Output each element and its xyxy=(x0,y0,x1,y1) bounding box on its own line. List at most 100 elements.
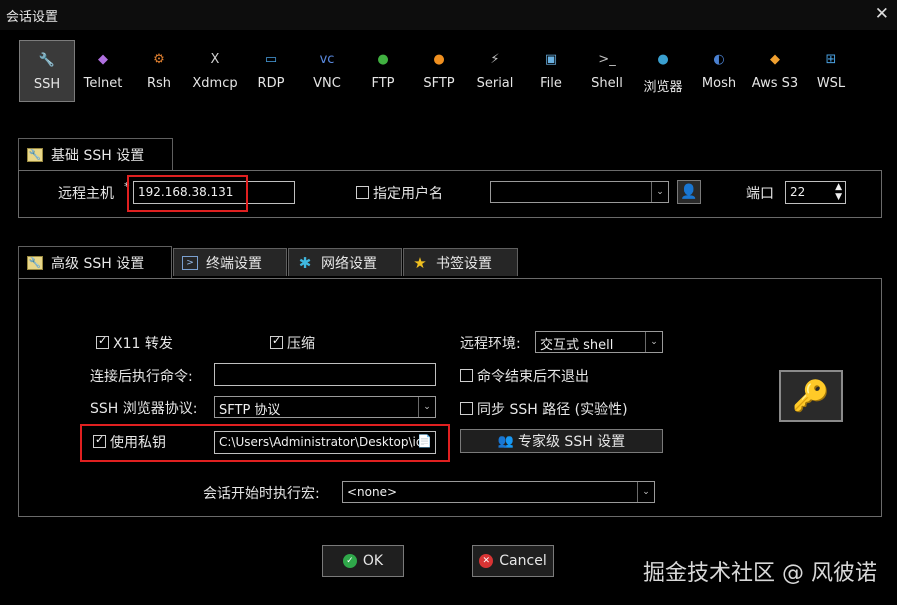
tab-bookmark-label: 书签设置 xyxy=(436,255,492,272)
remote-env-value: 交互式 shell xyxy=(540,338,614,353)
exec-cmd-input[interactable] xyxy=(214,363,436,386)
star-icon: ★ xyxy=(413,253,427,272)
tab-terminal[interactable]: > 终端设置 xyxy=(173,248,287,276)
wrench-icon: 🔧 xyxy=(27,256,43,270)
session-type-label: Serial xyxy=(476,76,514,91)
watermark: 掘金技术社区 @ 风彼诺 xyxy=(643,561,877,586)
chevron-down-icon[interactable]: ⌄ xyxy=(637,482,654,502)
no-exit-check-box[interactable] xyxy=(460,369,473,382)
cancel-label: Cancel xyxy=(499,553,547,569)
chevron-down-icon[interactable]: ⌄ xyxy=(645,332,662,352)
compress-checkbox[interactable]: 压缩 xyxy=(270,333,315,353)
no-exit-label: 命令结束后不退出 xyxy=(477,369,589,385)
session-type-label: Aws S3 xyxy=(751,76,799,91)
user-icon: 👤 xyxy=(680,184,698,200)
window-title: 会话设置 xyxy=(6,10,59,25)
aws-s3-icon: ◆ xyxy=(770,51,780,67)
browser-icon: ● xyxy=(657,51,669,67)
session-type-label: SSH xyxy=(33,77,61,92)
close-icon[interactable]: ✕ xyxy=(875,4,889,24)
username-dropdown[interactable]: ⌄ xyxy=(490,181,669,203)
specify-user-checkbox[interactable]: 指定用户名 xyxy=(356,183,443,203)
session-type-rsh[interactable]: ⚙ Rsh xyxy=(131,40,187,102)
tab-basic-ssh-label: 基础 SSH 设置 xyxy=(51,148,145,164)
ssh-key-icon: 🔧 xyxy=(38,52,56,68)
session-type-label: Shell xyxy=(591,76,623,91)
session-type-ftp[interactable]: ● FTP xyxy=(355,40,411,102)
sync-path-check-box[interactable] xyxy=(460,402,473,415)
session-type-telnet[interactable]: ◆ Telnet xyxy=(75,40,131,102)
cancel-circle-icon: ✕ xyxy=(479,554,494,568)
tab-advanced-ssh-label: 高级 SSH 设置 xyxy=(51,256,145,272)
session-type-mosh[interactable]: ◐ Mosh xyxy=(691,40,747,102)
session-type-wsl[interactable]: ⊞ WSL xyxy=(803,40,859,102)
tab-bookmark[interactable]: ★ 书签设置 xyxy=(403,248,518,276)
check-circle-icon: ✓ xyxy=(342,554,357,568)
session-type-label: Rsh xyxy=(146,76,172,91)
session-type-label: VNC xyxy=(313,76,341,91)
x11-label: X11 转发 xyxy=(113,336,173,352)
tab-network[interactable]: ✱ 网络设置 xyxy=(288,248,402,276)
session-type-xdmcp[interactable]: X Xdmcp xyxy=(187,40,243,102)
session-type-aws-s3[interactable]: ◆ Aws S3 xyxy=(747,40,803,102)
session-type-浏览器[interactable]: ● 浏览器 xyxy=(635,40,691,102)
x11-check-box[interactable] xyxy=(96,334,109,349)
macro-label: 会话开始时执行宏: xyxy=(203,486,320,502)
xdmcp-icon: X xyxy=(210,51,220,67)
x11-forwarding-checkbox[interactable]: X11 转发 xyxy=(96,333,173,353)
chevron-down-icon[interactable]: ⌄ xyxy=(418,397,435,417)
session-type-sftp[interactable]: ● SFTP xyxy=(411,40,467,102)
tab-basic-ssh[interactable]: 🔧 基础 SSH 设置 xyxy=(18,138,173,171)
vnc-icon: vc xyxy=(319,51,335,67)
session-type-shell[interactable]: >_ Shell xyxy=(579,40,635,102)
tab-terminal-label: 终端设置 xyxy=(206,255,262,272)
shell-icon: >_ xyxy=(598,51,616,67)
compress-label: 压缩 xyxy=(287,336,315,352)
ok-button[interactable]: ✓ OK xyxy=(322,545,404,577)
expert-ssh-settings-label: 专家级 SSH 设置 xyxy=(517,434,626,450)
session-type-label: RDP xyxy=(257,76,285,91)
file-icon: ▣ xyxy=(544,51,558,67)
session-type-ssh[interactable]: 🔧 SSH xyxy=(19,40,75,102)
browser-proto-label: SSH 浏览器协议: xyxy=(90,401,198,417)
session-type-vnc[interactable]: vc VNC xyxy=(299,40,355,102)
mosh-icon: ◐ xyxy=(713,51,725,67)
tab-advanced-ssh[interactable]: 🔧 高级 SSH 设置 xyxy=(18,246,172,279)
specify-user-label: 指定用户名 xyxy=(373,186,443,202)
session-type-label: SFTP xyxy=(423,76,455,91)
telnet-icon: ◆ xyxy=(98,51,108,67)
session-type-rdp[interactable]: ▭ RDP xyxy=(243,40,299,102)
chevron-down-icon[interactable]: ⌄ xyxy=(651,182,668,202)
remote-host-highlight xyxy=(127,175,248,212)
no-exit-checkbox[interactable]: 命令结束后不退出 xyxy=(460,366,589,386)
browser-proto-dropdown[interactable]: SFTP 协议 ⌄ xyxy=(214,396,436,418)
sync-path-label: 同步 SSH 路径 (实验性) xyxy=(477,402,628,418)
session-type-toolbar: 🔧 SSH ◆ Telnet ⚙ Rsh X Xdmcp ▭ RDP vc VNC ● FTP ● SFTP ⚡… xyxy=(0,32,897,112)
spinner-arrows-icon[interactable]: ▲ ▼ xyxy=(835,182,842,202)
port-spinner[interactable]: 22 ▲ ▼ xyxy=(785,181,846,204)
session-type-file[interactable]: ▣ File xyxy=(523,40,579,102)
expert-ssh-settings-button[interactable]: 👥 专家级 SSH 设置 xyxy=(460,429,663,453)
session-type-label: File xyxy=(540,76,562,91)
wrench-icon: 🔧 xyxy=(27,148,43,162)
rdp-icon: ▭ xyxy=(264,51,278,67)
session-type-label: Xdmcp xyxy=(192,76,238,91)
port-value: 22 xyxy=(790,185,806,199)
ok-label: OK xyxy=(362,553,384,569)
sync-path-checkbox[interactable]: 同步 SSH 路径 (实验性) xyxy=(460,399,628,419)
ftp-icon: ● xyxy=(377,51,389,67)
session-type-label: 浏览器 xyxy=(643,80,683,95)
compress-check-box[interactable] xyxy=(270,334,283,349)
network-icon: ✱ xyxy=(298,253,312,272)
session-type-serial[interactable]: ⚡ Serial xyxy=(467,40,523,102)
macro-value: <none> xyxy=(347,485,398,499)
port-label: 端口 xyxy=(746,186,774,202)
macro-dropdown[interactable]: <none> ⌄ xyxy=(342,481,655,503)
cancel-button[interactable]: ✕ Cancel xyxy=(472,545,554,577)
remote-env-dropdown[interactable]: 交互式 shell ⌄ xyxy=(535,331,663,353)
specify-user-check-box[interactable] xyxy=(356,186,369,199)
serial-icon: ⚡ xyxy=(490,51,500,67)
terminal-icon: > xyxy=(182,255,198,270)
user-manager-button[interactable]: 👤 xyxy=(677,180,701,204)
key-manager-button[interactable]: 🔑 xyxy=(779,370,843,422)
